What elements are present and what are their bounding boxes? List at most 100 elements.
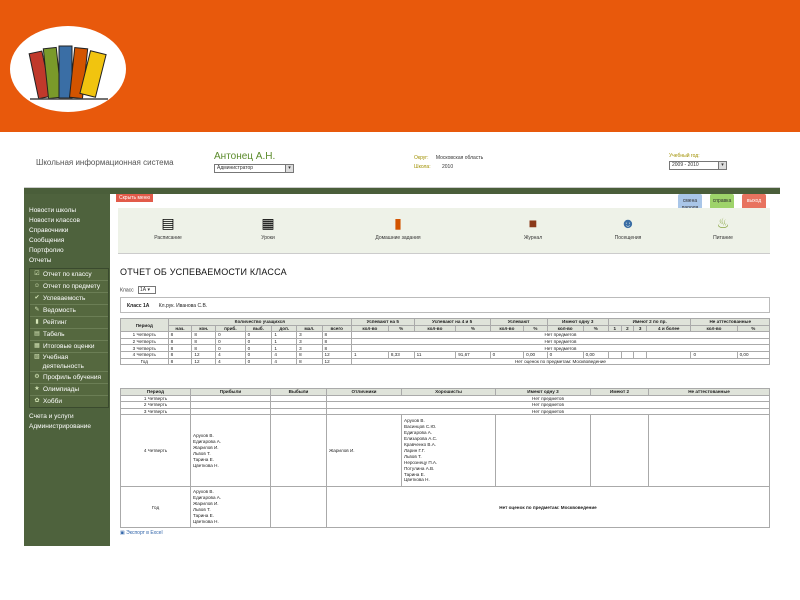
col-header: Период xyxy=(120,388,191,396)
col-header: Не аттестованные xyxy=(648,388,770,396)
cell: 0,00 xyxy=(736,350,771,359)
cell: 8 xyxy=(191,344,217,352)
star-icon: ★ xyxy=(34,386,40,392)
class-label: Класс xyxy=(120,287,134,294)
cell: 8 xyxy=(321,331,352,339)
cell: 12 xyxy=(191,350,217,359)
cell: 8 xyxy=(191,331,217,339)
hide-menu-button[interactable]: Скрыть меню xyxy=(116,194,154,202)
cell: 0 xyxy=(215,337,246,346)
cell xyxy=(270,394,327,403)
col-period: Период xyxy=(120,317,169,333)
report-item-study-activity[interactable]: ▧ Учебная деятельность xyxy=(30,353,108,372)
report-item-olympiads[interactable]: ★ Олимпиады xyxy=(30,384,108,396)
cell: 0 xyxy=(690,350,738,359)
cell: 0,00 xyxy=(582,350,609,359)
cell: 0 xyxy=(215,344,246,352)
role-select[interactable]: Администратор ▾ xyxy=(214,164,294,173)
report-item-final-grades[interactable]: ▦ Итоговые оценки xyxy=(30,341,108,353)
sidebar-item-reports[interactable]: Отчеты xyxy=(29,256,110,266)
report-item-statement[interactable]: ✎ Ведомость xyxy=(30,305,108,317)
sidebar-item-admin[interactable]: Администрирование xyxy=(29,422,110,432)
arrived-list: Арухов В. Едигарова А. Жарилов И. Львов … xyxy=(190,486,271,528)
sidebar-item-messages[interactable]: Сообщения xyxy=(29,236,110,246)
row-note: Нет предметов xyxy=(326,407,770,416)
row-period: 3 Четверть xyxy=(120,344,169,352)
class-selector: Класс 1А ▾ xyxy=(120,286,157,294)
col-header: Имеют одну 3 xyxy=(495,388,591,396)
schedule-icon: ▤ xyxy=(161,215,175,231)
sidebar-item-portfolio[interactable]: Портфолио xyxy=(29,246,110,256)
cell: 0,00 xyxy=(523,350,548,359)
sidebar-item-billing[interactable]: Счета и услуги xyxy=(29,412,110,422)
report-item-subject[interactable]: ☺ Отчет по предмету xyxy=(30,281,108,293)
cell: 3 xyxy=(296,337,323,346)
cell: 0 xyxy=(244,337,273,346)
col-sub: кон. xyxy=(191,324,217,333)
tool-homework[interactable]: ▮ Домашние задания xyxy=(363,214,433,241)
cell: 0 xyxy=(244,357,273,366)
face-icon: ☺ xyxy=(33,283,41,289)
app-screen: Школьная информационная система Антонец … xyxy=(24,142,780,546)
col-group: Не аттестованные xyxy=(690,318,770,326)
attendance-icon: ☻ xyxy=(620,215,636,231)
reports-submenu: ☑ Отчет по классу ☺ Отчет по предмету ✔ Усп… xyxy=(29,268,109,408)
tool-lessons[interactable]: ▦ Уроки xyxy=(233,214,303,241)
row-note: Нет предметов xyxy=(350,344,771,352)
class-select[interactable]: 1А ▾ xyxy=(138,286,157,294)
report-item-progress[interactable]: ✔ Успеваемость xyxy=(30,293,108,305)
report-item-tabel[interactable]: ▤ Табель xyxy=(30,329,108,341)
arrived-list: Арухов В. Едигарова А. Жарилов И. Львов … xyxy=(190,414,271,488)
tool-schedule[interactable]: ▤ Расписание xyxy=(133,214,203,241)
chevron-down-icon: ▾ xyxy=(718,162,726,169)
sidebar-item-school-news[interactable]: Новости школы xyxy=(29,206,110,216)
homework-icon: ▮ xyxy=(394,215,402,231)
cell: 1 xyxy=(271,331,298,339)
table-icon: ▤ xyxy=(34,331,40,337)
tool-attendance[interactable]: ☻ Посещения xyxy=(593,214,663,241)
col-sub: 1 xyxy=(607,324,622,333)
sidebar-item-directories[interactable]: Справочники xyxy=(29,226,110,236)
books-icon xyxy=(28,45,108,100)
table-row: 2 Четверть 8800138 Нет предметов xyxy=(120,337,771,346)
col-sub: % xyxy=(736,324,771,333)
cell: 11 xyxy=(413,350,457,359)
col-sub: кол-во xyxy=(690,324,738,333)
col-header: Имеют 2 xyxy=(590,388,649,396)
col-sub: выб. xyxy=(244,324,273,333)
sidebar-item-class-news[interactable]: Новости классов xyxy=(29,216,110,226)
report-item-hobby[interactable]: ✿ Хобби xyxy=(30,396,108,407)
excel-icon: ▣ xyxy=(120,530,125,536)
col-sub: 2 xyxy=(620,324,635,333)
row-note: Нет оценок по предметам: Москвоведение xyxy=(326,486,770,528)
col-group: Имеют одну 3 xyxy=(546,318,609,326)
year-select[interactable]: 2009 - 2010 ▾ xyxy=(669,161,727,170)
table-row: 4 Четверть Арухов В. Едигарова А. Жарило… xyxy=(120,414,770,488)
row-note: Нет оценок по предметам: Москвоведение xyxy=(350,357,771,366)
report-item-rating[interactable]: ▮ Рейтинг xyxy=(30,317,108,329)
cell: 4 xyxy=(215,350,246,359)
cell xyxy=(648,414,770,488)
progress-summary-table: Период Количество учащихся Успевают на 5… xyxy=(120,317,771,366)
cell: 4 xyxy=(271,357,298,366)
col-sub: % xyxy=(582,324,609,333)
col-sub: доп. xyxy=(271,324,298,333)
export-excel-link[interactable]: ▣ Экспорт в Excel xyxy=(120,530,163,536)
slide-banner xyxy=(0,0,800,132)
col-sub: кол-во xyxy=(350,324,389,333)
tool-meals[interactable]: ♨ Питание xyxy=(688,214,758,241)
sidebar: Новости школы Новости классов Справочник… xyxy=(24,194,110,546)
cell xyxy=(190,394,271,403)
cell: 8 xyxy=(191,337,217,346)
tool-journal[interactable]: ■ Журнал xyxy=(498,214,568,241)
report-item-profile[interactable]: ⚙ Профиль обучения xyxy=(30,372,108,384)
cell: 8 xyxy=(167,344,193,352)
school-field: Школа: 2010 xyxy=(414,164,453,170)
report-item-class[interactable]: ☑ Отчет по классу xyxy=(30,269,108,281)
year-value: 2009 - 2010 xyxy=(672,162,699,168)
app-header: Школьная информационная система Антонец … xyxy=(24,142,780,188)
class-info: Класс 1А Кл.рук. Иванова С.В. xyxy=(120,297,770,313)
cell xyxy=(620,350,635,359)
cell: 4 xyxy=(271,350,298,359)
row-period: 4 Четверть xyxy=(120,350,169,359)
